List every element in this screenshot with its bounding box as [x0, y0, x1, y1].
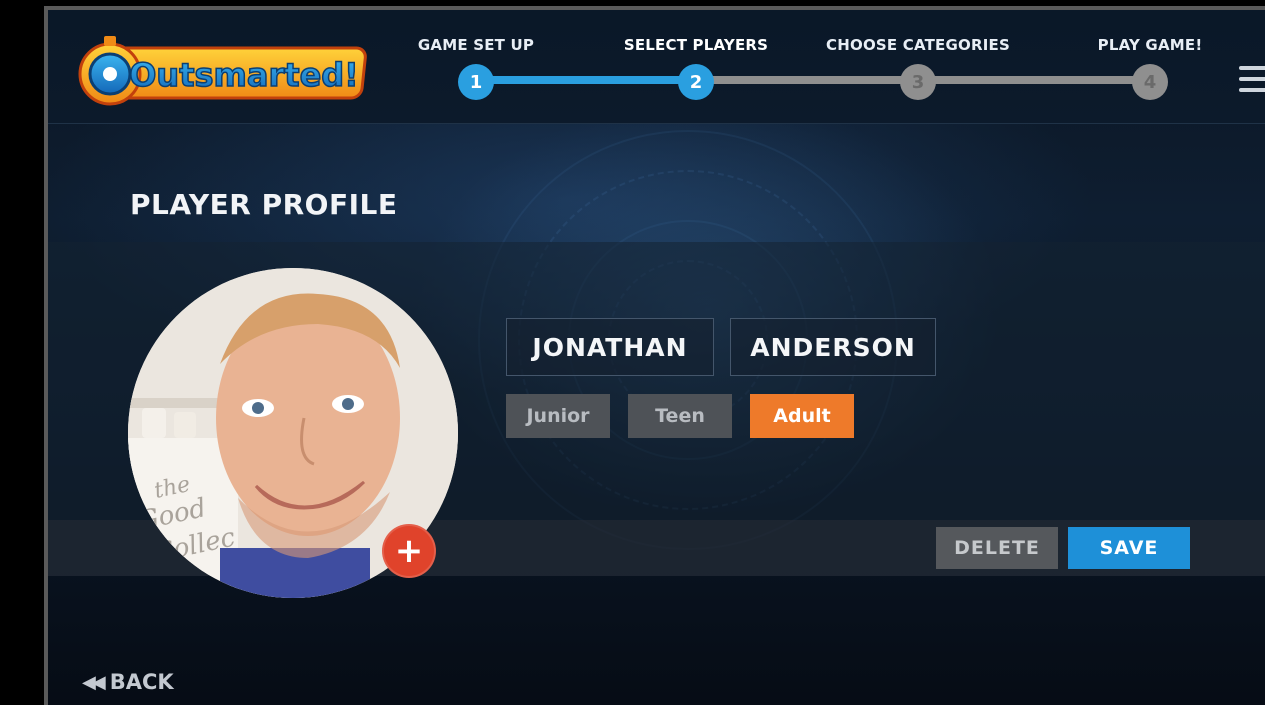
delete-button[interactable]: DELETE — [936, 527, 1058, 569]
logo-graphic: Outsmarted! — [78, 36, 367, 106]
save-button[interactable]: SAVE — [1068, 527, 1190, 569]
step-1-dot[interactable]: 1 — [458, 64, 494, 100]
last-name-field[interactable]: ANDERSON — [730, 318, 936, 376]
back-button[interactable]: ◀◀ BACK — [82, 670, 174, 694]
step-2-dot[interactable]: 2 — [678, 64, 714, 100]
page-title: PLAYER PROFILE — [130, 188, 398, 221]
step-label-select-players[interactable]: SELECT PLAYERS — [624, 36, 768, 54]
add-photo-button[interactable]: + — [382, 524, 436, 578]
step-label-play-game[interactable]: PLAY GAME! — [1098, 36, 1203, 54]
age-group-teen-button[interactable]: Teen — [628, 394, 732, 438]
hamburger-menu-icon[interactable] — [1239, 66, 1265, 96]
logo-text: Outsmarted! — [129, 56, 359, 94]
age-group-adult-button[interactable]: Adult — [750, 394, 854, 438]
outsmarted-logo[interactable]: Outsmarted! — [76, 32, 376, 108]
app-screen: Outsmarted! GAME SET UP SELECT PLAYERS C… — [44, 6, 1265, 705]
step-label-game-set-up[interactable]: GAME SET UP — [418, 36, 534, 54]
step-label-choose-categories[interactable]: CHOOSE CATEGORIES — [826, 36, 1010, 54]
back-label: BACK — [109, 670, 174, 694]
step-3-dot[interactable]: 3 — [900, 64, 936, 100]
progress-track-done — [476, 76, 696, 84]
header: Outsmarted! GAME SET UP SELECT PLAYERS C… — [48, 10, 1265, 124]
step-4-dot[interactable]: 4 — [1132, 64, 1168, 100]
age-group-junior-button[interactable]: Junior — [506, 394, 610, 438]
double-chevron-left-icon: ◀◀ — [82, 671, 106, 693]
first-name-field[interactable]: JONATHAN — [506, 318, 714, 376]
